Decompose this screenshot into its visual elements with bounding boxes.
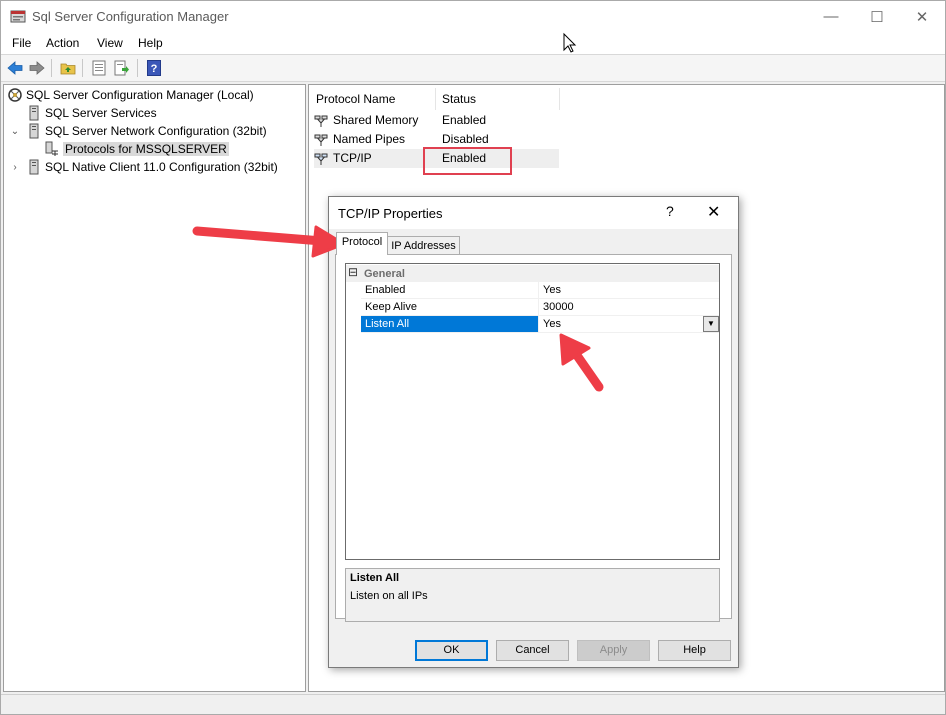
property-name: Keep Alive (361, 299, 539, 315)
tab-protocol[interactable]: Protocol (336, 232, 388, 255)
toolbar-separator (82, 59, 83, 77)
tab-panel-protocol: ⊟ General Enabled Yes Keep Alive 30000 L… (335, 254, 732, 622)
ok-button[interactable]: OK (415, 640, 488, 661)
collapse-box-icon[interactable]: ⊟ (348, 265, 358, 280)
tab-ip-addresses[interactable]: IP Addresses (387, 236, 460, 256)
list-row-shared-memory[interactable]: Shared Memory Enabled (314, 111, 559, 130)
cancel-button[interactable]: Cancel (496, 640, 569, 661)
collapse-chevron-icon[interactable]: › (10, 158, 20, 176)
column-header-status[interactable]: Status (435, 88, 559, 110)
export-list-icon[interactable] (113, 59, 131, 77)
maximize-button[interactable]: ☐ (854, 1, 900, 32)
protocol-name: Shared Memory (333, 113, 419, 127)
property-name: Enabled (361, 282, 539, 298)
tree-node-network[interactable]: SQL Server Network Configuration (32bit) (26, 122, 267, 140)
annotation-highlight-box (423, 147, 512, 175)
up-folder-icon[interactable] (59, 59, 77, 77)
config-manager-app-icon (10, 10, 26, 23)
property-grid[interactable]: ⊟ General Enabled Yes Keep Alive 30000 L… (345, 263, 720, 560)
status-bar (1, 694, 945, 714)
property-name: Listen All (361, 316, 539, 332)
tree-label-native-client: SQL Native Client 11.0 Configuration (32… (45, 160, 278, 174)
help-icon[interactable]: ? (145, 59, 163, 77)
tree-node-root[interactable]: SQL Server Configuration Manager (Local) (7, 86, 254, 104)
window-title: Sql Server Configuration Manager (32, 9, 229, 24)
tree-label-network: SQL Server Network Configuration (32bit) (45, 124, 267, 138)
title-bar[interactable]: Sql Server Configuration Manager — ☐ ✕ (1, 1, 945, 32)
property-row-keep-alive[interactable]: Keep Alive 30000 (361, 299, 719, 316)
toolbar-separator (137, 59, 138, 77)
properties-icon[interactable] (90, 59, 108, 77)
property-description-panel: Listen All Listen on all IPs (345, 568, 720, 622)
dialog-close-button[interactable]: ✕ (707, 202, 720, 222)
dialog-title-bar[interactable]: TCP/IP Properties ? ✕ (329, 197, 738, 229)
property-value-dropdown[interactable]: Yes ▼ (541, 316, 719, 332)
tree-node-services[interactable]: SQL Server Services (26, 104, 157, 122)
forward-arrow-icon[interactable] (28, 59, 46, 77)
protocol-name: Named Pipes (333, 132, 406, 146)
expand-chevron-icon[interactable]: ⌄ (10, 122, 20, 140)
protocol-status: Enabled (442, 113, 487, 127)
menu-bar: File Action View Help (1, 32, 945, 54)
protocol-icon (314, 115, 328, 127)
property-value[interactable]: Yes (541, 282, 719, 298)
toolbar-separator (51, 59, 52, 77)
protocol-icon (314, 134, 328, 146)
property-row-enabled[interactable]: Enabled Yes (361, 282, 719, 299)
toolbar: ? (1, 54, 945, 82)
tree-label-protocols: Protocols for MSSQLSERVER (63, 142, 229, 156)
help-glyph: ? (147, 60, 161, 76)
property-category-general[interactable]: ⊟ General (346, 265, 719, 282)
property-row-listen-all[interactable]: Listen All Yes ▼ (361, 316, 719, 333)
dropdown-arrow-icon[interactable]: ▼ (703, 316, 719, 332)
tree-node-protocols[interactable]: Protocols for MSSQLSERVER (44, 140, 229, 158)
menu-file[interactable]: File (12, 36, 31, 50)
property-value[interactable]: 30000 (541, 299, 719, 315)
dialog-help-button[interactable]: ? (666, 203, 674, 219)
description-title: Listen All (350, 572, 400, 584)
tree-label-root: SQL Server Configuration Manager (Local) (26, 88, 254, 102)
column-header-protocol-name[interactable]: Protocol Name (309, 88, 435, 110)
config-manager-icon (7, 87, 23, 103)
tree-label-services: SQL Server Services (45, 106, 157, 120)
menu-view[interactable]: View (97, 36, 123, 50)
close-window-button[interactable]: ✕ (899, 1, 945, 32)
help-button[interactable]: Help (658, 640, 731, 661)
tcpip-properties-dialog: TCP/IP Properties ? ✕ Protocol IP Addres… (328, 196, 739, 668)
tree-node-native-client[interactable]: SQL Native Client 11.0 Configuration (32… (26, 158, 278, 176)
tree-pane[interactable]: SQL Server Configuration Manager (Local)… (3, 84, 306, 692)
server-icon (26, 105, 42, 121)
native-client-icon (26, 159, 42, 175)
protocol-icon (314, 153, 328, 165)
description-text: Listen on all IPs (350, 590, 428, 602)
apply-button[interactable]: Apply (577, 640, 650, 661)
column-divider[interactable] (559, 88, 560, 110)
network-server-icon (26, 123, 42, 139)
back-arrow-icon[interactable] (6, 59, 24, 77)
protocols-icon (44, 141, 60, 157)
category-label: General (364, 268, 405, 280)
protocol-name: TCP/IP (333, 151, 372, 165)
dialog-title: TCP/IP Properties (338, 206, 443, 221)
property-value: Yes (543, 318, 561, 330)
minimize-button[interactable]: — (808, 1, 854, 32)
menu-help[interactable]: Help (138, 36, 163, 50)
menu-action[interactable]: Action (46, 36, 79, 50)
